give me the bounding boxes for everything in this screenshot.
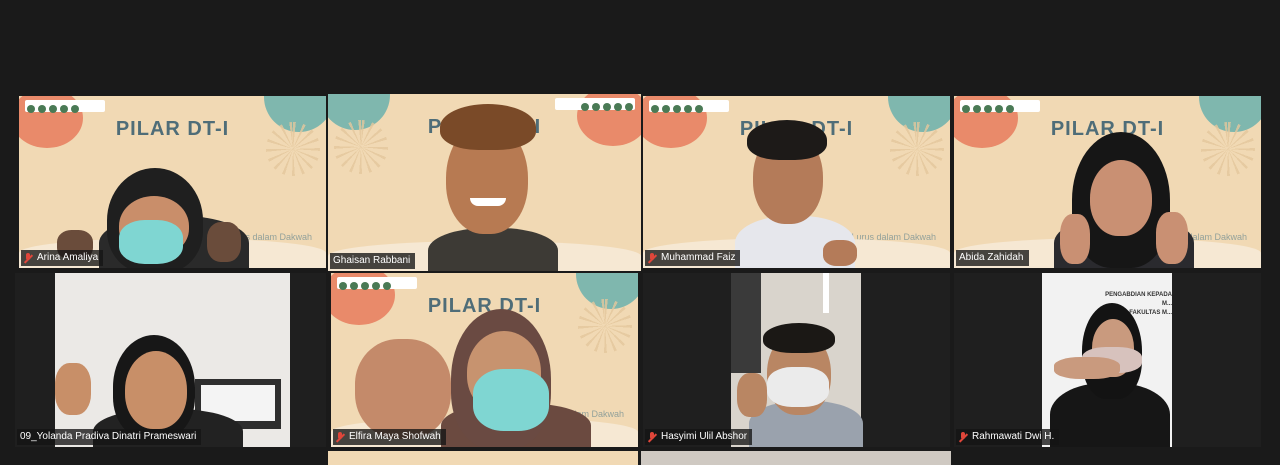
- participant-name-label: Arina Amaliya: [21, 250, 104, 266]
- participant-name-label: Abida Zahidah: [956, 250, 1029, 266]
- mic-muted-icon: [648, 431, 657, 443]
- slide-title: PILAR DT-I: [115, 118, 230, 140]
- sponsor-logos: [25, 100, 105, 113]
- video-tile-hasyimi[interactable]: Hasyimi Ulil Abshor: [643, 273, 950, 447]
- participant-name-label: Hasyimi Ulil Abshor: [645, 429, 753, 445]
- participant-name-label: Muhammad Faiz: [645, 250, 741, 266]
- participant-name-label: Rahmawati Dwi H.: [956, 429, 1060, 445]
- video-tile-yolanda[interactable]: 09_Yolanda Pradiva Dinatri Prameswari: [15, 273, 326, 447]
- mic-muted-icon: [959, 431, 968, 443]
- video-tile-ghaisan[interactable]: PILAR DT-I Ghaisan Rabbani: [328, 94, 641, 271]
- mic-muted-icon: [336, 431, 345, 443]
- video-tile-elfira[interactable]: PILAR DT-I Qur'ani, Lurus dalam Dakwah E…: [331, 273, 638, 447]
- video-tile-abida[interactable]: PILAR DT-I Qur'ani, Lurus dalam Dakwah A…: [954, 96, 1261, 268]
- mic-muted-icon: [648, 252, 657, 264]
- mic-muted-icon: [24, 252, 33, 264]
- video-tile-faiz[interactable]: PILAR DT-I Qur'ani, Lurus dalam Dakwah M…: [643, 96, 950, 268]
- video-gallery: PILAR DT-I Qur'ani, Lurus dalam Dakwah A…: [0, 0, 1280, 465]
- video-tile-partial-2[interactable]: [641, 451, 951, 465]
- video-tile-partial-1[interactable]: [328, 451, 638, 465]
- participant-name-label: Ghaisan Rabbani: [330, 253, 416, 269]
- participant-name-label: Elfira Maya Shofwah: [333, 429, 446, 445]
- video-tile-rahmawati[interactable]: PENGABDIAN KEPADA M... FAKULTAS M... Rah…: [954, 273, 1261, 447]
- participant-name-label: 09_Yolanda Pradiva Dinatri Prameswari: [17, 429, 202, 445]
- video-tile-arina[interactable]: PILAR DT-I Qur'ani, Lurus dalam Dakwah A…: [19, 96, 326, 268]
